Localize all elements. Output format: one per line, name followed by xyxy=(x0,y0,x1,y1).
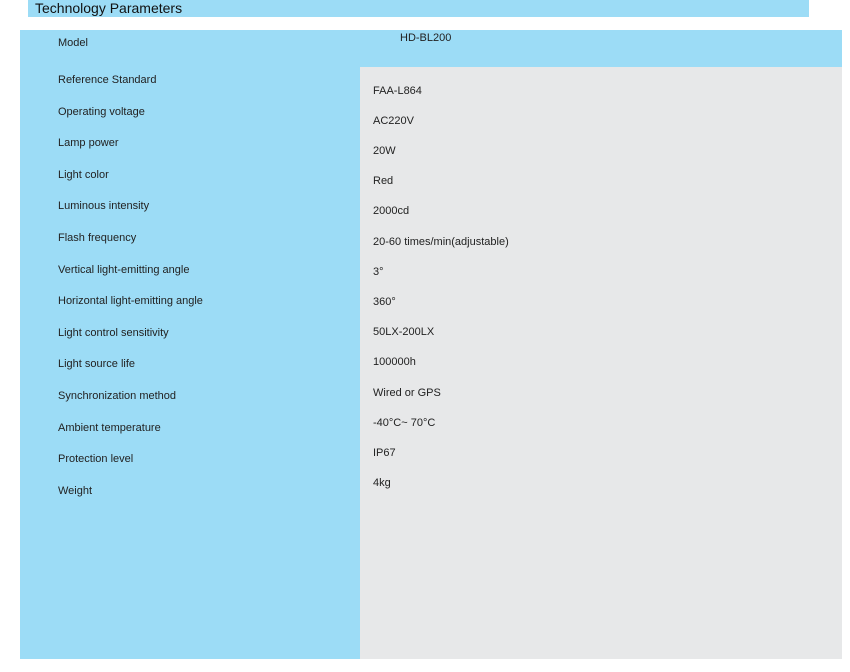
param-value-luminous-intensity: 2000cd xyxy=(373,205,410,217)
param-value-reference-standard: FAA-L864 xyxy=(373,85,422,97)
model-label: Model xyxy=(58,37,88,49)
param-label-operating-voltage: Operating voltage xyxy=(58,106,145,118)
param-value-protection-level: IP67 xyxy=(373,447,396,459)
param-value-operating-voltage: AC220V xyxy=(373,115,414,127)
param-label-reference-standard: Reference Standard xyxy=(58,74,157,86)
param-value-lamp-power: 20W xyxy=(373,145,396,157)
param-value-light-control-sensitivity: 50LX-200LX xyxy=(373,326,435,338)
param-label-vertical-angle: Vertical light-emitting angle xyxy=(58,264,190,276)
param-label-light-color: Light color xyxy=(58,169,109,181)
param-label-horizontal-angle: Horizontal light-emitting angle xyxy=(58,295,203,307)
param-label-light-source-life: Light source life xyxy=(58,358,136,370)
param-value-synchronization-method: Wired or GPS xyxy=(373,387,441,399)
param-label-luminous-intensity: Luminous intensity xyxy=(58,200,150,212)
model-value: HD-BL200 xyxy=(400,32,452,44)
param-value-flash-frequency: 20-60 times/min(adjustable) xyxy=(373,236,509,248)
param-value-light-source-life: 100000h xyxy=(373,356,416,368)
section-title-bar: Technology Parameters xyxy=(28,0,809,17)
param-label-weight: Weight xyxy=(58,485,93,497)
param-label-flash-frequency: Flash frequency xyxy=(58,232,137,244)
section-title: Technology Parameters xyxy=(35,0,183,16)
param-label-synchronization-method: Synchronization method xyxy=(58,390,177,402)
spec-sheet-page: Technology Parameters Model HD-BL200 Ref… xyxy=(0,0,850,672)
param-value-vertical-angle: 3° xyxy=(373,266,384,278)
param-value-weight: 4kg xyxy=(373,477,391,489)
param-label-lamp-power: Lamp power xyxy=(58,137,119,149)
param-value-light-color: Red xyxy=(373,175,394,187)
param-label-ambient-temperature: Ambient temperature xyxy=(58,422,161,434)
values-panel xyxy=(360,67,842,659)
param-label-protection-level: Protection level xyxy=(58,453,134,465)
param-value-horizontal-angle: 360° xyxy=(373,296,396,308)
param-value-ambient-temperature: -40°C~ 70°C xyxy=(373,417,436,429)
param-label-light-control-sensitivity: Light control sensitivity xyxy=(58,327,169,339)
